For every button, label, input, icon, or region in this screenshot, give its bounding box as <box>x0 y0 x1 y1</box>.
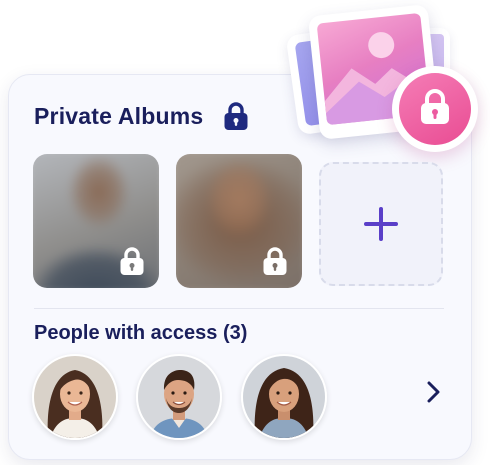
private-albums-title: Private Albums <box>34 103 204 129</box>
lock-icon <box>263 247 287 275</box>
chevron-right-icon[interactable] <box>418 377 448 407</box>
add-album-button[interactable] <box>319 162 443 286</box>
private-album-tile[interactable] <box>176 154 302 288</box>
avatar[interactable] <box>241 354 327 440</box>
private-album-tile[interactable] <box>33 154 159 288</box>
plus-icon <box>364 207 398 241</box>
lock-icon <box>120 247 144 275</box>
section-divider <box>34 308 444 309</box>
private-albums-widget: Private Albums People with access (3) <box>0 0 490 465</box>
people-with-access-title: People with access (3) <box>34 322 248 344</box>
lock-badge-icon <box>392 66 478 152</box>
lock-icon <box>224 102 248 130</box>
avatar[interactable] <box>136 354 222 440</box>
avatar[interactable] <box>32 354 118 440</box>
